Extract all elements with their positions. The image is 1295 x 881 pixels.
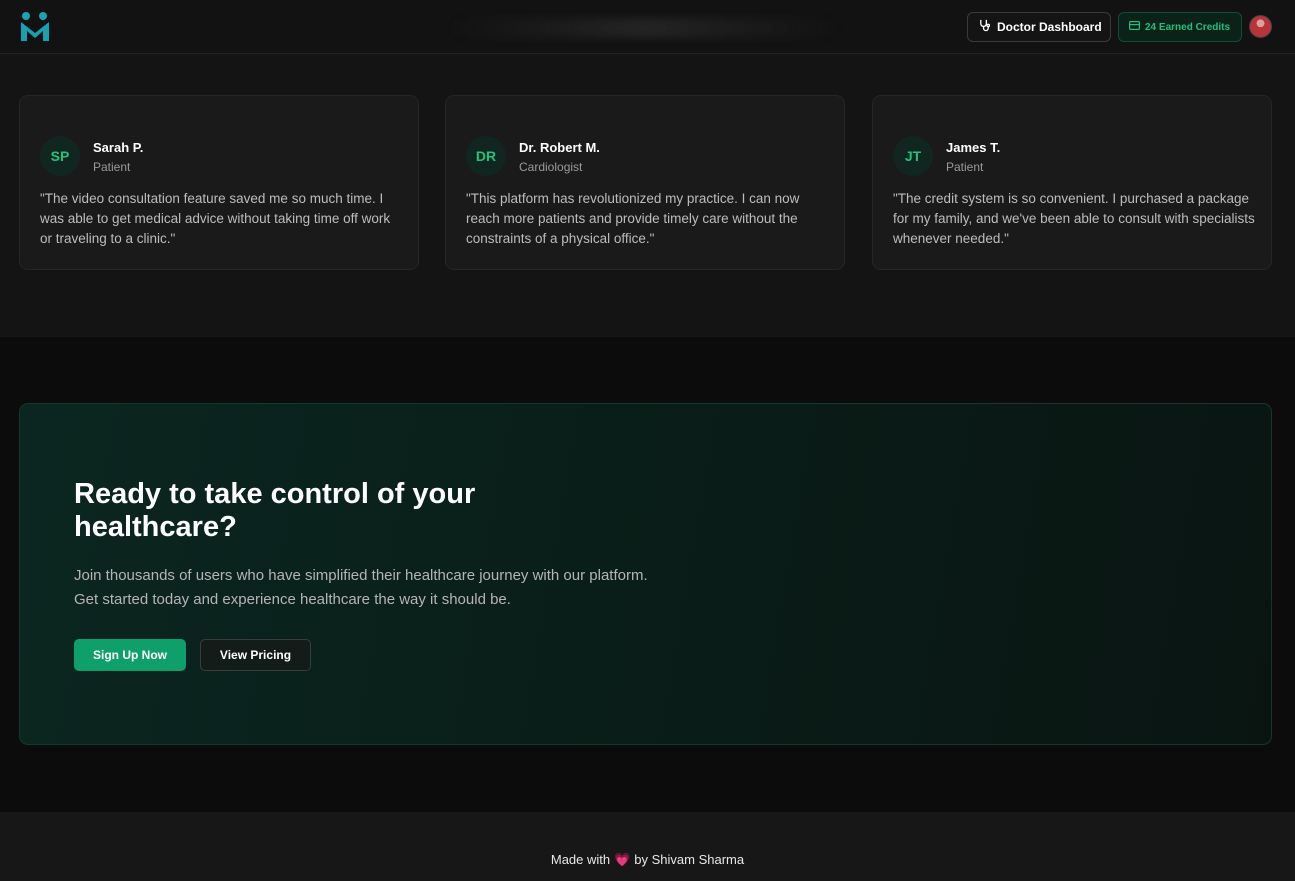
testimonial-quote: "This platform has revolutionized my pra… — [466, 191, 800, 246]
credits-badge[interactable]: 24 Earned Credits — [1118, 12, 1242, 42]
avatar-initials: SP — [40, 136, 80, 176]
stethoscope-icon — [978, 19, 991, 35]
blurred-nav-content — [450, 18, 840, 38]
heart-icon: 💗 — [614, 852, 631, 867]
testimonial-name: James T. — [946, 140, 1001, 155]
app-logo-icon[interactable] — [20, 11, 50, 43]
testimonial-card: DR Dr. Robert M. Cardiologist "This plat… — [445, 95, 845, 270]
testimonial-card: JT James T. Patient "The credit system i… — [872, 95, 1272, 270]
doctor-dashboard-button[interactable]: Doctor Dashboard — [967, 12, 1111, 42]
testimonial-role: Patient — [946, 160, 984, 174]
testimonial-quote: "The credit system is so convenient. I p… — [893, 191, 1255, 246]
footer-credit: Made with 💗 by Shivam Sharma — [0, 852, 1295, 868]
credits-label: 24 Earned Credits — [1145, 21, 1231, 33]
testimonials-section: SP Sarah P. Patient "The video consultat… — [0, 54, 1295, 337]
credit-card-icon — [1129, 21, 1141, 33]
cta-title: Ready to take control of your healthcare… — [74, 478, 476, 543]
footer-author: by Shivam Sharma — [634, 852, 745, 867]
cta-description: Join thousands of users who have simplif… — [74, 567, 648, 608]
testimonial-quote: "The video consultation feature saved me… — [40, 191, 391, 246]
testimonial-name: Dr. Robert M. — [519, 140, 600, 155]
testimonial-name: Sarah P. — [93, 140, 144, 155]
testimonial-role: Cardiologist — [519, 160, 583, 174]
doctor-dashboard-label: Doctor Dashboard — [997, 20, 1102, 34]
user-avatar[interactable] — [1249, 15, 1272, 38]
testimonial-role: Patient — [93, 160, 131, 174]
footer-made-with: Made with — [550, 852, 611, 867]
top-navbar: Doctor Dashboard 24 Earned Credits — [0, 0, 1295, 54]
cta-banner: Ready to take control of your healthcare… — [19, 403, 1272, 745]
avatar-initials: JT — [893, 136, 933, 176]
avatar-initials: DR — [466, 136, 506, 176]
view-pricing-button[interactable]: View Pricing — [200, 639, 311, 671]
sign-up-button[interactable]: Sign Up Now — [74, 639, 186, 671]
testimonial-card: SP Sarah P. Patient "The video consultat… — [19, 95, 419, 270]
footer: Made with 💗 by Shivam Sharma — [0, 812, 1295, 881]
